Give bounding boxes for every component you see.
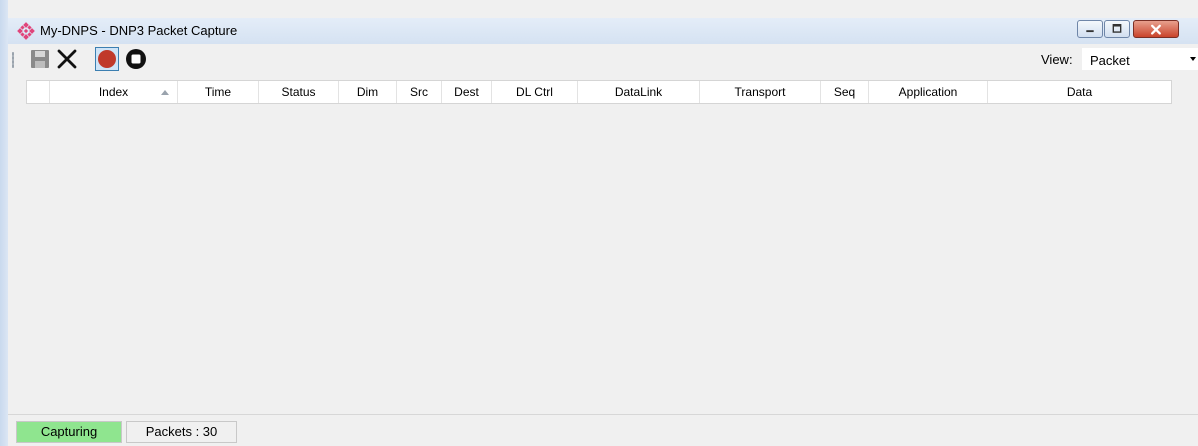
close-button[interactable] — [1133, 20, 1179, 38]
packet-table-header: Index Time Status Dim Src Dest DL Ctrl D… — [26, 80, 1172, 104]
column-header-datalink[interactable]: DataLink — [578, 81, 700, 103]
column-header-dim[interactable]: Dim — [339, 81, 397, 103]
window-title: My-DNPS - DNP3 Packet Capture — [40, 23, 238, 38]
column-header-time[interactable]: Time — [178, 81, 259, 103]
column-header-status[interactable]: Status — [259, 81, 339, 103]
window-left-edge — [0, 0, 8, 446]
x-icon — [57, 49, 77, 69]
clear-button[interactable] — [55, 47, 79, 71]
column-header-dl-ctrl[interactable]: DL Ctrl — [492, 81, 578, 103]
packet-count: Packets : 30 — [126, 421, 237, 443]
view-select[interactable]: Packet — [1082, 48, 1198, 70]
column-header-data[interactable]: Data — [988, 81, 1171, 103]
column-header-seq[interactable]: Seq — [821, 81, 869, 103]
view-select-value: Packet — [1090, 53, 1130, 68]
column-header-transport[interactable]: Transport — [700, 81, 821, 103]
view-label: View: — [1041, 52, 1073, 67]
column-header-src[interactable]: Src — [397, 81, 442, 103]
minimize-button[interactable] — [1077, 20, 1103, 38]
stop-button[interactable] — [124, 47, 148, 71]
title-bar[interactable]: My-DNPS - DNP3 Packet Capture — [8, 18, 1198, 44]
toolbar-grip[interactable] — [12, 52, 14, 68]
column-header-application[interactable]: Application — [869, 81, 988, 103]
column-header-dest[interactable]: Dest — [442, 81, 492, 103]
record-icon — [98, 50, 116, 68]
sort-ascending-icon — [161, 90, 169, 95]
status-bar: Capturing Packets : 30 — [8, 414, 1198, 446]
floppy-disk-icon — [31, 50, 49, 68]
maximize-icon — [1112, 24, 1122, 33]
minimize-icon — [1086, 30, 1094, 33]
save-button[interactable] — [28, 47, 52, 71]
app-logo-icon — [17, 22, 35, 40]
chevron-down-icon[interactable] — [1190, 57, 1196, 61]
packet-capture-window: My-DNPS - DNP3 Packet Capture View: Pack… — [0, 0, 1198, 446]
column-header-select[interactable] — [27, 81, 50, 103]
close-icon — [1151, 24, 1161, 35]
record-button[interactable] — [95, 47, 119, 71]
column-header-index[interactable]: Index — [50, 81, 178, 103]
stop-icon — [126, 49, 146, 69]
maximize-button[interactable] — [1104, 20, 1130, 38]
toolbar: View: Packet — [8, 44, 1198, 74]
capture-status: Capturing — [16, 421, 122, 443]
